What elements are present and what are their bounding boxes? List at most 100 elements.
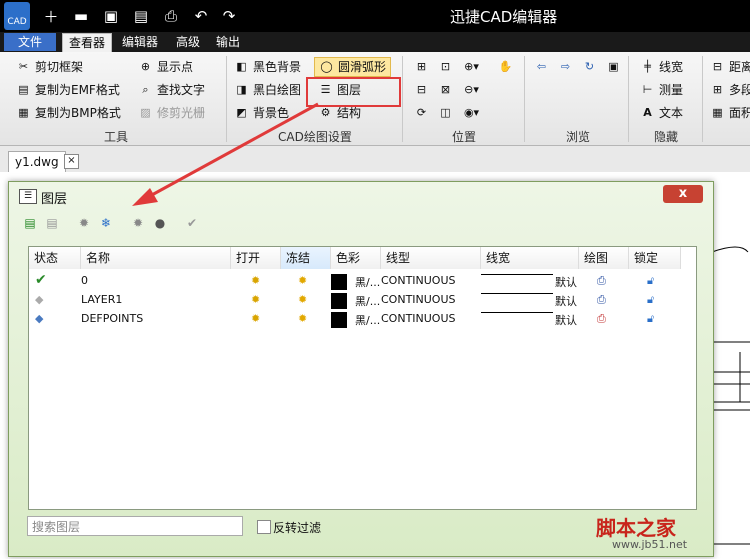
structure-icon: ⚙ xyxy=(320,106,331,119)
column-status[interactable]: 状态 xyxy=(29,247,81,269)
print-icon[interactable]: ⎙ xyxy=(160,5,182,27)
menu-output[interactable]: 输出 xyxy=(210,33,246,51)
column-name[interactable]: 名称 xyxy=(81,247,231,269)
close-icon[interactable]: × xyxy=(64,154,79,169)
background-color-button[interactable]: ◩ 背景色 xyxy=(234,104,289,122)
zoom-fit-icon[interactable]: ⊡ xyxy=(438,58,457,76)
layer-lineweight[interactable]: 默认 xyxy=(555,293,577,309)
unlock-icon[interactable]: 🔓︎ xyxy=(647,274,654,288)
sun-icon[interactable]: ✹ xyxy=(298,312,307,325)
smooth-arc-button[interactable]: ◯ 圆滑弧形 xyxy=(314,57,392,77)
printer-no-plot-icon[interactable]: ⎙ xyxy=(597,312,606,326)
layers-icon: ☰ xyxy=(19,189,37,204)
find-text-button[interactable]: ⌕ 查找文字 xyxy=(138,81,205,99)
search-input[interactable]: 搜索图层 xyxy=(27,516,243,536)
orbit-icon[interactable]: ◉▾ xyxy=(464,104,483,122)
freeze-icon[interactable]: ❄ xyxy=(97,214,115,232)
zoom-out-icon[interactable]: ⊖▾ xyxy=(464,81,483,99)
printer-icon[interactable]: ⎙ xyxy=(597,274,606,288)
layer-status-icon: ◆ xyxy=(35,312,44,325)
refresh-icon[interactable]: ↻ xyxy=(582,58,601,76)
color-swatch[interactable] xyxy=(331,293,347,309)
save-icon[interactable]: ▣ xyxy=(100,5,122,27)
undo-icon[interactable]: ↶ xyxy=(190,5,212,27)
delete-layer-icon[interactable]: ▤ xyxy=(43,214,61,232)
layer-linetype[interactable]: CONTINUOUS xyxy=(381,293,456,306)
app-logo[interactable]: CAD xyxy=(4,2,30,30)
group-separator xyxy=(628,56,629,142)
zoom-extent-icon[interactable]: ⊟ xyxy=(414,81,433,99)
unlock-icon[interactable]: 🔓︎ xyxy=(647,293,654,307)
new-icon[interactable]: ＋ xyxy=(40,5,62,27)
lightbulb-on-icon[interactable]: ✹ xyxy=(251,293,260,306)
column-freeze[interactable]: 冻结 xyxy=(281,247,331,269)
printer-icon[interactable]: ⎙ xyxy=(597,293,606,307)
sun-icon[interactable]: ✹ xyxy=(298,293,307,306)
lightbulb-on-icon[interactable]: ✹ xyxy=(251,312,260,325)
checkmark-icon[interactable]: ✔ xyxy=(183,214,201,232)
zoom-in-icon[interactable]: ⊕▾ xyxy=(464,58,483,76)
view-icon[interactable]: ◫ xyxy=(438,104,457,122)
show-points-button[interactable]: ⊕ 显示点 xyxy=(138,58,193,76)
column-lock[interactable]: 锁定 xyxy=(629,247,681,269)
layer-lineweight[interactable]: 默认 xyxy=(555,274,577,290)
add-layer-icon[interactable]: ▤ xyxy=(21,214,39,232)
area-button[interactable]: ▦ 面积 xyxy=(710,104,750,122)
menu-editor[interactable]: 编辑器 xyxy=(116,33,164,51)
menu-viewer[interactable]: 查看器 xyxy=(62,33,113,52)
zoom-all-icon[interactable]: ⊠ xyxy=(438,81,457,99)
lineweight-button[interactable]: ╪ 线宽 xyxy=(640,58,683,76)
open-folder-icon[interactable]: ▬ xyxy=(70,5,92,27)
cut-frame-button[interactable]: ✂ 剪切框架 xyxy=(16,58,83,76)
lightbulb-on-icon[interactable]: ✹ xyxy=(251,274,260,287)
text-button[interactable]: A 文本 xyxy=(640,104,683,122)
layer-linetype[interactable]: CONTINUOUS xyxy=(381,274,456,287)
unlock-icon[interactable]: 🔓︎ xyxy=(647,312,654,326)
arrow-right-icon[interactable]: ⇨ xyxy=(558,58,577,76)
table-row[interactable]: ◆ LAYER1 ✹ ✹ 黑/... CONTINUOUS 默认 ⎙ 🔓︎ xyxy=(29,291,696,310)
column-linetype[interactable]: 线型 xyxy=(381,247,481,269)
title-bar: CAD ＋ ▬ ▣ ▤ ⎙ ↶ ↷ 迅捷CAD编辑器 xyxy=(0,0,750,32)
column-lineweight[interactable]: 线宽 xyxy=(481,247,579,269)
copy-bmp-button[interactable]: ▦ 复制为BMP格式 xyxy=(16,104,121,122)
pan-hand-icon[interactable]: ✋ xyxy=(498,58,517,76)
lightbulb-off-icon[interactable]: ✹ xyxy=(129,214,147,232)
search-icon: ⌕ xyxy=(142,83,149,96)
zoom-window-icon[interactable]: ⊞ xyxy=(414,58,433,76)
color-swatch[interactable] xyxy=(331,274,347,290)
layer-lineweight[interactable]: 默认 xyxy=(555,312,577,328)
color-swatch[interactable] xyxy=(331,312,347,328)
column-color[interactable]: 色彩 xyxy=(331,247,381,269)
trim-raster-button[interactable]: ▨ 修剪光栅 xyxy=(138,104,205,122)
group-label-hide: 隐藏 xyxy=(654,130,679,144)
page-icon[interactable]: ▣ xyxy=(606,58,625,76)
column-on[interactable]: 打开 xyxy=(231,247,281,269)
menu-file[interactable]: 文件 xyxy=(4,33,57,51)
close-button[interactable]: x xyxy=(663,185,703,203)
layer-status-icon: ◆ xyxy=(35,293,44,306)
black-white-drawing-button[interactable]: ◨ 黑白绘图 xyxy=(234,81,301,99)
save-as-icon[interactable]: ▤ xyxy=(130,5,152,27)
table-row[interactable]: ✔ 0 ✹ ✹ 黑/... CONTINUOUS 默认 ⎙ 🔓︎ xyxy=(29,272,696,291)
table-row[interactable]: ◆ DEFPOINTS ✹ ✹ 黑/... CONTINUOUS 默认 ⎙ 🔓︎ xyxy=(29,310,696,329)
sun-icon[interactable]: ✹ xyxy=(75,214,93,232)
copy-emf-button[interactable]: ▤ 复制为EMF格式 xyxy=(16,81,120,99)
measure-button[interactable]: ⊢ 测量 xyxy=(640,81,683,99)
document-tab[interactable]: y1.dwg xyxy=(8,151,66,172)
invert-filter-checkbox[interactable] xyxy=(257,520,271,534)
lineweight-sample xyxy=(481,312,553,313)
lineweight-icon: ╪ xyxy=(644,60,651,73)
layer-linetype[interactable]: CONTINUOUS xyxy=(381,312,456,325)
watermark-logo: 脚本之家 xyxy=(596,516,676,540)
rotate-3d-icon[interactable]: ⟳ xyxy=(414,104,433,122)
menu-advanced[interactable]: 高级 xyxy=(170,33,206,51)
polyline-button[interactable]: ⊞ 多段 xyxy=(710,81,750,99)
redo-icon[interactable]: ↷ xyxy=(218,5,240,27)
column-plot[interactable]: 绘图 xyxy=(579,247,629,269)
arrow-left-icon[interactable]: ⇦ xyxy=(534,58,553,76)
distance-button[interactable]: ⊟ 距离 xyxy=(710,58,750,76)
black-background-button[interactable]: ◧ 黑色背景 xyxy=(234,58,301,76)
arc-icon: ◯ xyxy=(320,60,333,73)
lightbulb-icon[interactable]: ● xyxy=(151,214,169,232)
sun-icon[interactable]: ✹ xyxy=(298,274,307,287)
